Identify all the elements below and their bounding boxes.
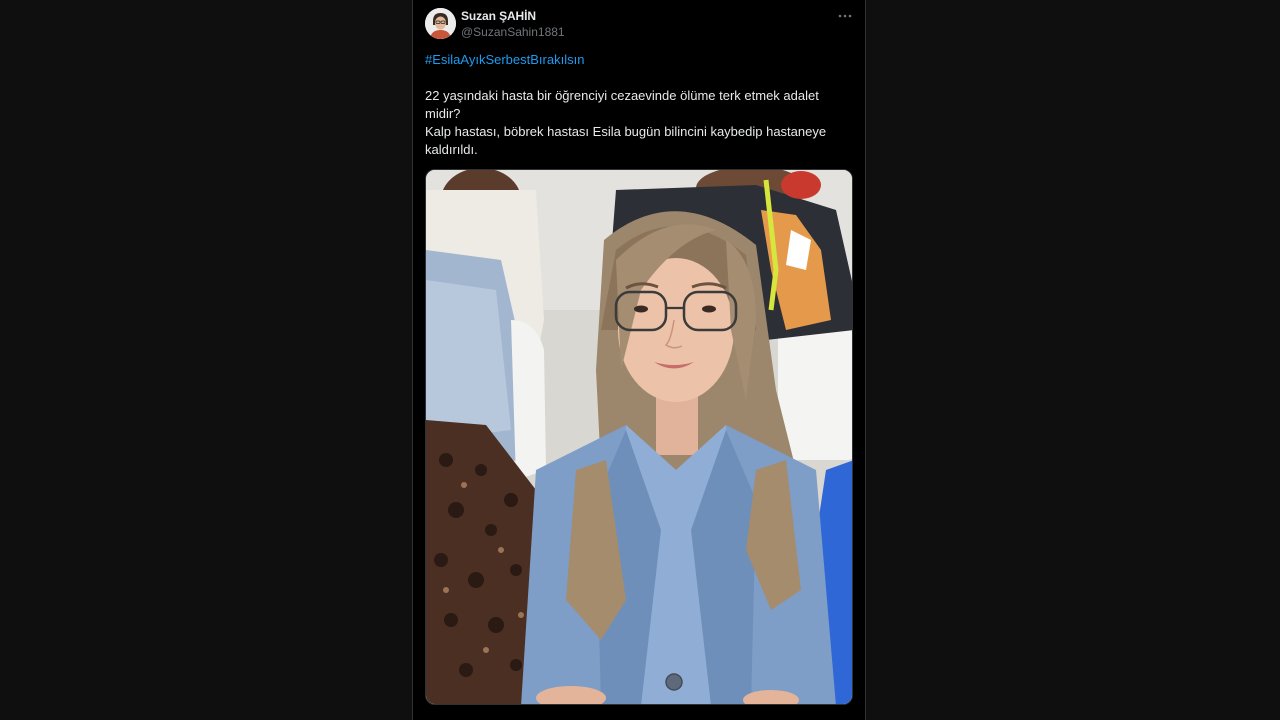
tweet-text-line-2: Kalp hastası, böbrek hastası Esila bugün…	[425, 124, 827, 157]
more-options-button[interactable]	[837, 8, 853, 24]
more-horizontal-icon	[838, 14, 852, 18]
hashtag-link[interactable]: #EsilaAyıkSerbestBırakılsın	[425, 52, 584, 67]
author-handle[interactable]: @SuzanSahin1881	[461, 25, 565, 39]
avatar-image	[425, 8, 456, 39]
tweet-body: 22 yaşındaki hasta bir öğrenciyi cezaevi…	[425, 87, 845, 159]
page-background: Suzan ŞAHİN @SuzanSahin1881 #EsilaAyıkSe…	[0, 0, 1280, 720]
tweet-photo[interactable]	[425, 169, 853, 705]
author-avatar[interactable]	[425, 8, 456, 39]
tweet-text-line-1: 22 yaşındaki hasta bir öğrenciyi cezaevi…	[425, 88, 819, 121]
author-display-name[interactable]: Suzan ŞAHİN	[461, 9, 536, 23]
photo-image	[426, 170, 852, 704]
tweet-card[interactable]: Suzan ŞAHİN @SuzanSahin1881 #EsilaAyıkSe…	[412, 0, 866, 720]
